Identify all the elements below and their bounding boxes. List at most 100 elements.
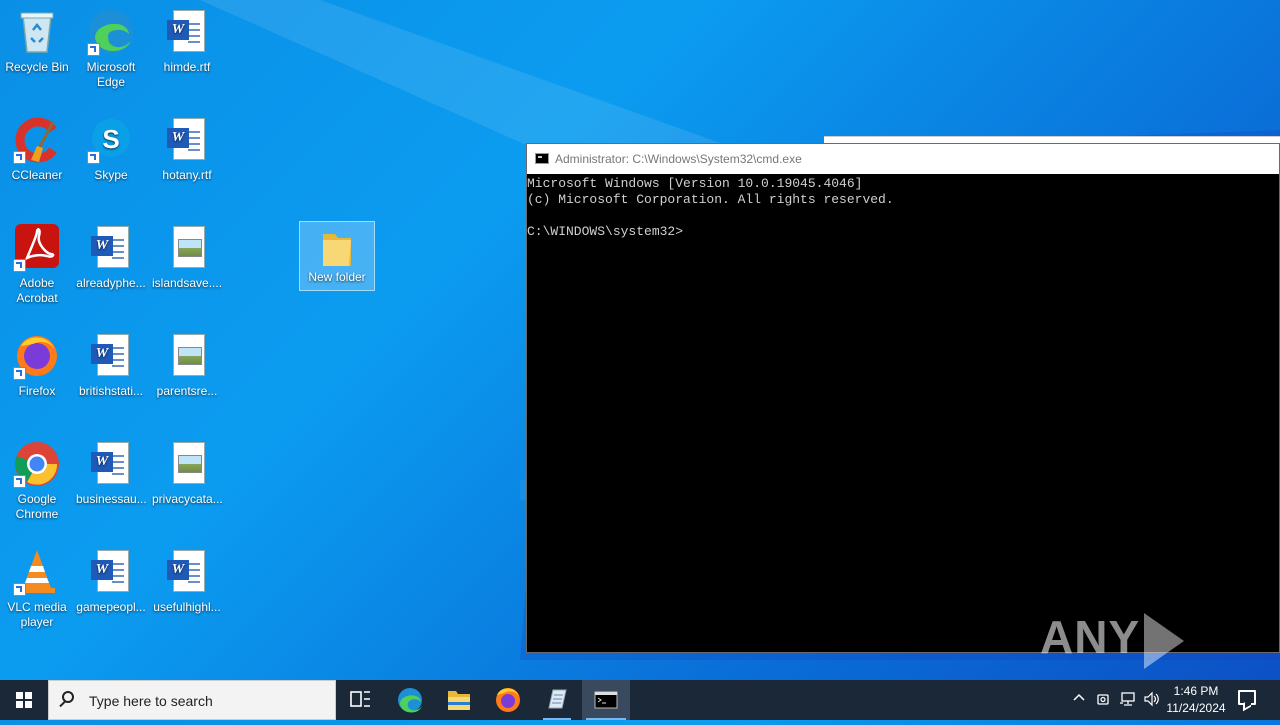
- desktop-icon-britishstati[interactable]: W britishstati...: [74, 332, 148, 399]
- edge-icon: [87, 8, 135, 56]
- google-chrome-icon: [13, 440, 61, 488]
- desktop-icon-label: Adobe Acrobat: [16, 276, 58, 305]
- desktop-icon-label: gamepeopl...: [76, 600, 146, 614]
- desktop-icon-label: Recycle Bin: [5, 60, 69, 74]
- word-document-icon: W: [163, 8, 211, 56]
- play-logo-icon: [1144, 612, 1185, 669]
- search-icon: [62, 691, 74, 703]
- desktop-icon-label: usefulhighl...: [153, 600, 221, 614]
- notepad-icon: [548, 689, 567, 709]
- svg-text:S: S: [102, 124, 119, 154]
- action-center-notification-icon[interactable]: [1238, 690, 1256, 705]
- image-file-icon: [163, 224, 211, 272]
- vlc-cone-icon: [13, 548, 61, 596]
- console-line: ​: [527, 208, 1279, 224]
- tray-overflow-chevron-icon[interactable]: [1072, 690, 1086, 707]
- desktop-icon-adobe-acrobat[interactable]: Adobe Acrobat: [0, 224, 74, 306]
- taskbar-edge-button[interactable]: [386, 680, 434, 720]
- desktop-icon-gamepeopl[interactable]: W gamepeopl...: [74, 548, 148, 615]
- console-line: Microsoft Windows [Version 10.0.19045.40…: [527, 176, 863, 191]
- shortcut-arrow-icon: [13, 259, 26, 272]
- taskbar-file-explorer-button[interactable]: [435, 680, 483, 720]
- shortcut-arrow-icon: [13, 475, 26, 488]
- word-document-icon: W: [87, 224, 135, 272]
- desktop-icon-businessau[interactable]: W businessau...: [74, 440, 148, 507]
- desktop-icon-parentsre[interactable]: parentsre...: [150, 332, 224, 399]
- desktop-icon-new-folder[interactable]: New folder: [299, 221, 375, 291]
- image-file-icon: [163, 440, 211, 488]
- desktop-icon-label: britishstati...: [78, 384, 144, 398]
- tray-volume-icon[interactable]: [1143, 691, 1161, 710]
- shortcut-arrow-icon: [13, 367, 26, 380]
- cmd-console-output[interactable]: Microsoft Windows [Version 10.0.19045.40…: [527, 174, 1279, 240]
- desktop-icon-label: islandsave....: [152, 276, 223, 290]
- console-prompt-line: C:\WINDOWS\system32>: [527, 224, 1279, 240]
- recycle-bin-icon: [13, 8, 61, 56]
- desktop-icon-islandsave[interactable]: islandsave....: [150, 224, 224, 291]
- desktop-icon-label: alreadyphe...: [76, 276, 146, 290]
- word-document-icon: W: [163, 548, 211, 596]
- shortcut-arrow-icon: [13, 583, 26, 596]
- desktop-icon-label: CCleaner: [11, 168, 63, 182]
- windows-logo-icon: [16, 692, 32, 708]
- desktop-icon-firefox[interactable]: Firefox: [0, 332, 74, 399]
- shortcut-arrow-icon: [13, 151, 26, 164]
- desktop-icon-himde[interactable]: W himde.rtf: [150, 8, 224, 75]
- ccleaner-icon: [13, 116, 61, 164]
- word-document-icon: W: [87, 440, 135, 488]
- desktop-icon-google-chrome[interactable]: Google Chrome: [0, 440, 74, 522]
- desktop-icon-vlc[interactable]: VLC media player: [0, 548, 74, 630]
- taskbar-search-box[interactable]: Type here to search: [48, 680, 336, 720]
- cmd-window-title: Administrator: C:\Windows\System32\cmd.e…: [555, 152, 802, 166]
- file-explorer-icon: [448, 691, 470, 710]
- firefox-icon: [13, 332, 61, 380]
- image-file-icon: [163, 332, 211, 380]
- task-view-button[interactable]: [336, 680, 384, 720]
- firefox-icon: [496, 688, 520, 712]
- word-document-icon: W: [163, 116, 211, 164]
- cmd-app-icon: [535, 153, 549, 164]
- taskbar-notepad-button[interactable]: [533, 680, 581, 720]
- desktop-icon-label: hotany.rtf: [162, 168, 212, 182]
- adobe-acrobat-icon: [13, 224, 61, 272]
- desktop-icon-alreadyphe[interactable]: W alreadyphe...: [74, 224, 148, 291]
- taskbar-firefox-button[interactable]: [484, 680, 532, 720]
- desktop-icon-label: Skype: [94, 168, 128, 182]
- search-placeholder: Type here to search: [89, 693, 213, 709]
- clock-date: 11/24/2024: [1166, 701, 1226, 715]
- shortcut-arrow-icon: [87, 151, 100, 164]
- tray-network-icon[interactable]: [1119, 691, 1137, 710]
- start-button[interactable]: [0, 680, 48, 720]
- taskbar: Type here to search 1:46 PM 11/24/2024: [0, 680, 1280, 720]
- cmd-icon: [594, 691, 618, 709]
- task-view-icon: [350, 691, 370, 707]
- edge-icon: [398, 688, 422, 713]
- desktop-icon-label: privacycata...: [152, 492, 223, 506]
- desktop-icon-label: himde.rtf: [163, 60, 211, 74]
- taskbar-clock[interactable]: 1:46 PM 11/24/2024: [1160, 683, 1232, 717]
- shortcut-arrow-icon: [87, 43, 100, 56]
- desktop-icon-label: Microsoft Edge: [86, 60, 136, 89]
- word-document-icon: W: [87, 332, 135, 380]
- desktop-icon-microsoft-edge[interactable]: Microsoft Edge: [74, 8, 148, 90]
- folder-icon: [313, 226, 361, 274]
- console-prompt: C:\WINDOWS\system32>: [527, 224, 684, 239]
- desktop-icon-label: VLC media player: [7, 600, 67, 629]
- cmd-titlebar[interactable]: Administrator: C:\Windows\System32\cmd.e…: [527, 144, 1279, 174]
- clock-time: 1:46 PM: [1173, 684, 1219, 698]
- desktop-icon-label: parentsre...: [156, 384, 218, 398]
- desktop-icon-recycle-bin[interactable]: Recycle Bin: [0, 8, 74, 75]
- cmd-window[interactable]: Administrator: C:\Windows\System32\cmd.e…: [526, 143, 1280, 653]
- desktop-icon-label: Google Chrome: [15, 492, 59, 521]
- desktop-icon-privacycata[interactable]: privacycata...: [150, 440, 224, 507]
- desktop-icon-skype[interactable]: S Skype: [74, 116, 148, 183]
- desktop-icon-usefulhighl[interactable]: W usefulhighl...: [150, 548, 224, 615]
- desktop-icon-label: businessau...: [76, 492, 147, 506]
- word-document-icon: W: [87, 548, 135, 596]
- tray-meet-now-icon[interactable]: [1096, 691, 1112, 710]
- skype-icon: S: [87, 116, 135, 164]
- desktop-icon-hotany[interactable]: W hotany.rtf: [150, 116, 224, 183]
- desktop-icon-ccleaner[interactable]: CCleaner: [0, 116, 74, 183]
- taskbar-cmd-button[interactable]: [582, 680, 630, 720]
- console-line: (c) Microsoft Corporation. All rights re…: [527, 192, 894, 207]
